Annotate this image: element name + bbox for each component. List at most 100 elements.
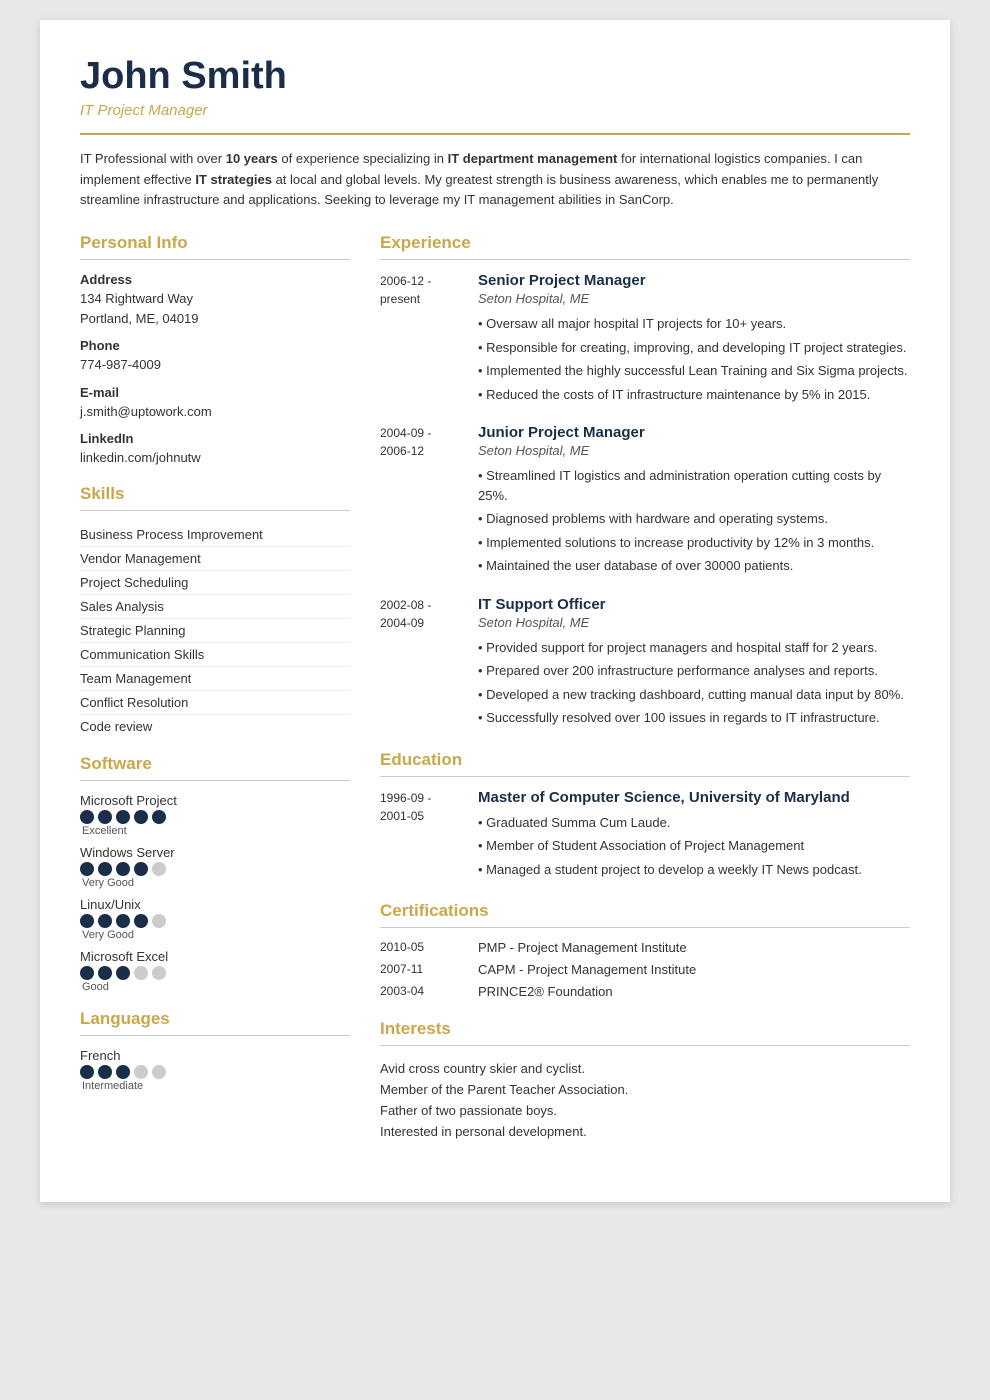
dots-row [80,810,350,824]
cert-date: 2007-11 [380,962,460,977]
exp-content: Junior Project ManagerSeton Hospital, ME… [478,424,910,578]
skill-item: Conflict Resolution [80,691,350,715]
filled-dot [116,810,130,824]
cert-entry: 2010-05PMP - Project Management Institut… [380,940,910,955]
interest-item: Father of two passionate boys. [380,1100,910,1121]
software-item: Windows Server Very Good [80,845,350,889]
filled-dot [116,862,130,876]
skill-item: Code review [80,715,350,738]
interest-item: Interested in personal development. [380,1121,910,1142]
cert-value: PRINCE2® Foundation [478,984,613,999]
software-section: Software Microsoft ProjectExcellent Windo… [80,754,350,993]
address-line1: 134 Rightward Way [80,289,350,309]
personal-info-divider [80,259,350,260]
experience-list: 2006-12 -presentSenior Project ManagerSe… [380,272,910,730]
interests-section: Interests Avid cross country skier and c… [380,1019,910,1142]
filled-dot [134,862,148,876]
skill-level-label: Very Good [82,929,350,941]
exp-company: Seton Hospital, ME [478,443,910,458]
cert-date: 2003-04 [380,984,460,999]
experience-title: Experience [380,233,910,253]
dots-row [80,1065,350,1079]
exp-bullet: Maintained the user database of over 300… [478,554,910,578]
candidate-title: IT Project Manager [80,102,910,119]
software-item: French Intermediate [80,1048,350,1092]
exp-bullet: Responsible for creating, improving, and… [478,336,910,360]
exp-bullet: Implemented the highly successful Lean T… [478,359,910,383]
filled-dot [116,966,130,980]
edu-bullet: Graduated Summa Cum Laude. [478,811,910,835]
linkedin-label: LinkedIn [80,431,350,446]
experience-entry: 2002-08 -2004-09 IT Support Officer Seton … [380,596,910,730]
edu-bullet: Member of Student Association of Project… [478,834,910,858]
cert-value: PMP - Project Management Institute [478,940,687,955]
filled-dot [98,810,112,824]
filled-dot [98,914,112,928]
filled-dot [98,862,112,876]
edu-bullet: Managed a student project to develop a w… [478,858,910,882]
filled-dot [98,1065,112,1079]
edu-date: 1996-09 -2001-05 [380,789,460,882]
filled-dot [134,810,148,824]
main-layout: Personal Info Address 134 Rightward Way … [80,233,910,1162]
software-divider [80,780,350,781]
languages-list: French Intermediate [80,1048,350,1092]
software-item: Microsoft ProjectExcellent [80,793,350,837]
filled-dot [134,914,148,928]
cert-entry: 2003-04 PRINCE2® Foundation [380,984,910,999]
dots-row [80,862,350,876]
certifications-list: 2010-05PMP - Project Management Institut… [380,940,910,999]
email-label: E-mail [80,385,350,400]
filled-dot [116,1065,130,1079]
dots-row [80,914,350,928]
skills-list: Business Process ImprovementVendor Manag… [80,523,350,738]
interests-divider [380,1045,910,1046]
education-section: Education 1996-09 -2001-05 Master of Comp… [380,750,910,882]
languages-divider [80,1035,350,1036]
empty-dot [134,966,148,980]
filled-dot [152,810,166,824]
experience-section: Experience 2006-12 -presentSenior Projec… [380,233,910,730]
skill-level-label: Good [82,981,350,993]
software-item: Microsoft ExcelGood [80,949,350,993]
education-title: Education [380,750,910,770]
edu-title: Master of Computer Science, University o… [478,789,910,806]
education-divider [380,776,910,777]
skill-item: Business Process Improvement [80,523,350,547]
skill-item: Team Management [80,667,350,691]
software-name: French [80,1048,350,1063]
certifications-title: Certifications [380,901,910,921]
exp-date: 2004-09 -2006-12 [380,424,460,578]
phone-value: 774-987-4009 [80,355,350,375]
empty-dot [134,1065,148,1079]
candidate-name: John Smith [80,56,910,98]
summary-text: IT Professional with over 10 years of ex… [80,149,910,211]
skill-level-label: Very Good [82,877,350,889]
software-list: Microsoft ProjectExcellent Windows Server… [80,793,350,993]
resume-document: John Smith IT Project Manager IT Profess… [40,20,950,1202]
exp-date: 2002-08 -2004-09 [380,596,460,730]
exp-company: Seton Hospital, ME [478,615,910,630]
skill-item: Sales Analysis [80,595,350,619]
exp-content: Senior Project ManagerSeton Hospital, ME… [478,272,910,406]
edu-bullets: Graduated Summa Cum Laude.Member of Stud… [478,811,910,882]
experience-divider [380,259,910,260]
software-name: Windows Server [80,845,350,860]
exp-content: IT Support OfficerSeton Hospital, MEProv… [478,596,910,730]
software-title: Software [80,754,350,774]
skill-item: Communication Skills [80,643,350,667]
skill-level-label: Intermediate [82,1080,350,1092]
exp-job-title: IT Support Officer [478,596,910,613]
exp-bullet: Streamlined IT logistics and administrat… [478,464,910,507]
experience-entry: 2004-09 -2006-12Junior Project ManagerSe… [380,424,910,578]
linkedin-value: linkedin.com/johnutw [80,448,350,468]
education-entry: 1996-09 -2001-05 Master of Computer Scien… [380,789,910,882]
languages-section: Languages FrenchIntermediate [80,1009,350,1092]
header-divider [80,133,910,135]
interests-list: Avid cross country skier and cyclist.Mem… [380,1058,910,1142]
exp-bullet: Developed a new tracking dashboard, cutt… [478,683,910,707]
skill-item: Vendor Management [80,547,350,571]
exp-bullet: Diagnosed problems with hardware and ope… [478,507,910,531]
filled-dot [80,810,94,824]
exp-bullet: Oversaw all major hospital IT projects f… [478,312,910,336]
